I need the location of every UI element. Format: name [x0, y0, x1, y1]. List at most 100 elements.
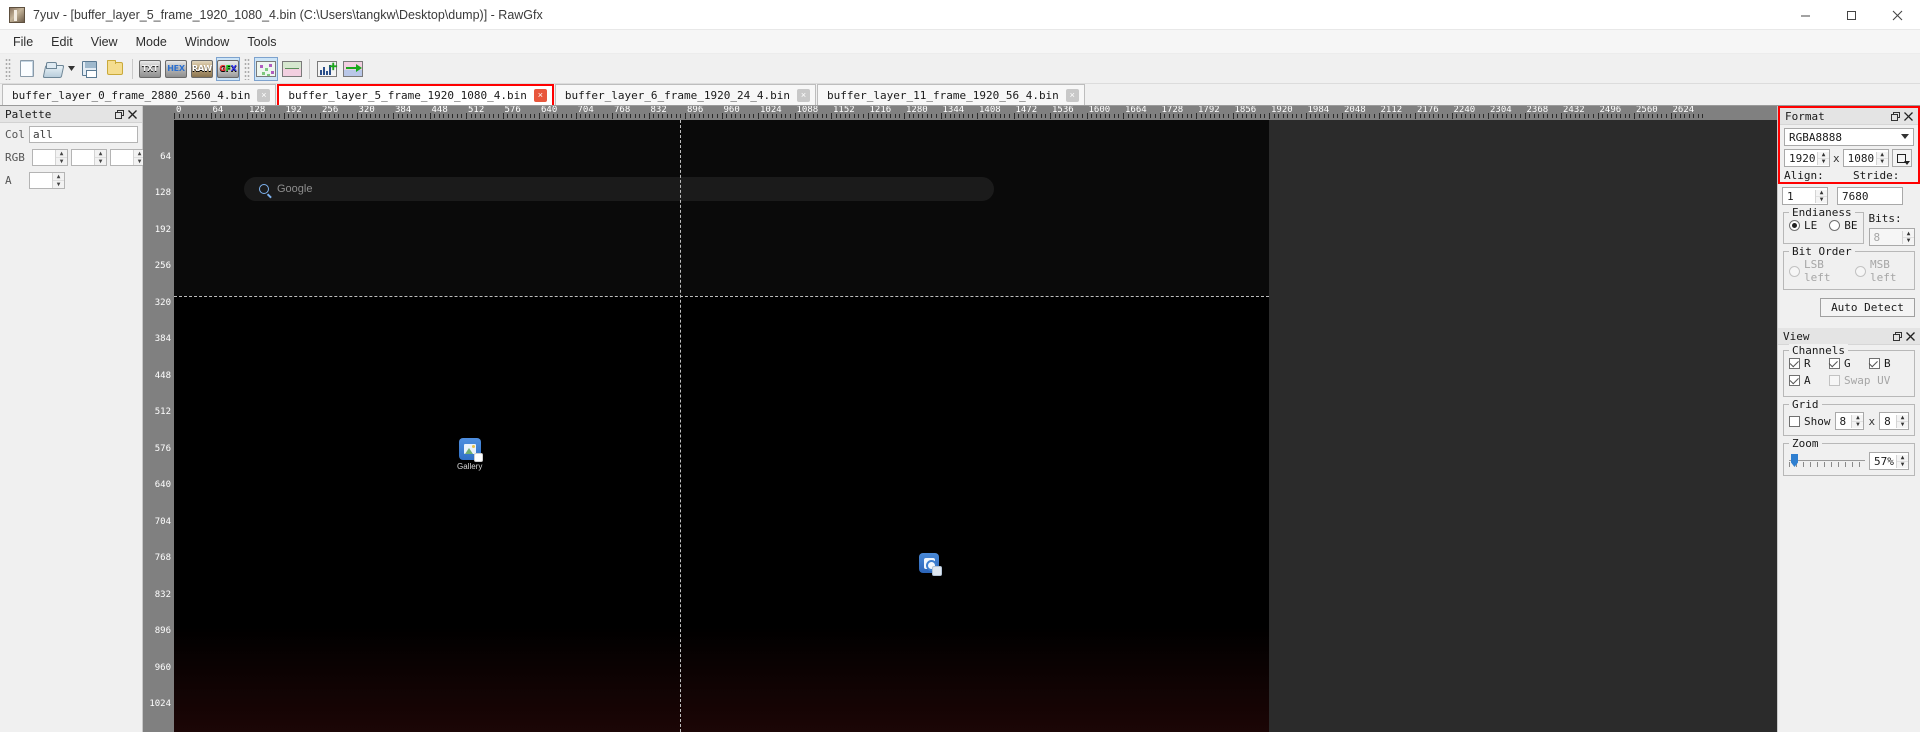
- bit-order-msb-radio[interactable]: MSB left: [1855, 258, 1909, 284]
- image-viewport[interactable]: Google Gallery: [174, 120, 1777, 732]
- histogram-add-button[interactable]: +: [315, 57, 339, 81]
- view-close-button[interactable]: [1904, 330, 1917, 343]
- format-close-button[interactable]: [1902, 110, 1915, 123]
- format-float-button[interactable]: [1889, 110, 1902, 123]
- palette-float-button[interactable]: [113, 108, 126, 121]
- endian-le-radio[interactable]: LE: [1789, 219, 1817, 232]
- horizontal-ruler[interactable]: 0 64 128 192 256 320 384 448 512 576 640 704 768 832 8…: [174, 106, 1777, 120]
- menu-item-file[interactable]: File: [4, 32, 42, 52]
- spinner-up-icon[interactable]: ▲: [53, 173, 64, 181]
- palette-b-spinner[interactable]: ▲ ▼: [110, 149, 146, 166]
- align-stride-labels: Align: Stride:: [1784, 169, 1914, 182]
- pixel-format-select[interactable]: RGBA8888: [1784, 128, 1914, 146]
- close-button[interactable]: [1874, 0, 1920, 30]
- export-button[interactable]: [341, 57, 365, 81]
- open-file-button[interactable]: [41, 57, 65, 81]
- tab-buffer-layer-5[interactable]: buffer_layer_5_frame_1920_1080_4.bin ×: [277, 84, 554, 105]
- plot-button[interactable]: [254, 56, 278, 81]
- spinner-down-icon[interactable]: ▼: [95, 158, 106, 165]
- spinner-up-icon[interactable]: ▲: [56, 150, 67, 158]
- ruler-label: 512: [154, 407, 171, 417]
- endian-be-radio[interactable]: BE: [1829, 219, 1858, 232]
- spinner-down-icon[interactable]: ▼: [1818, 158, 1829, 165]
- palette-alpha-spinner[interactable]: ▲ ▼: [29, 172, 65, 189]
- channel-a-checkbox[interactable]: A: [1789, 374, 1829, 387]
- stride-field[interactable]: 7680: [1837, 187, 1903, 205]
- width-field[interactable]: 1920 ▲ ▼: [1784, 149, 1830, 167]
- swap-uv-checkbox[interactable]: Swap UV: [1828, 374, 1909, 387]
- vertical-ruler[interactable]: 64 128 192 256 320 384 448 512 576 640 704 768 832 89…: [143, 120, 174, 732]
- align-field[interactable]: 1 ▲ ▼: [1782, 187, 1828, 205]
- tab-buffer-layer-6[interactable]: buffer_layer_6_frame_1920_24_4.bin ×: [554, 84, 817, 105]
- channel-g-checkbox[interactable]: G: [1828, 357, 1869, 370]
- ruler-tick: [1460, 114, 1462, 118]
- spinner-down-icon[interactable]: ▼: [1897, 461, 1908, 468]
- view-hex-button[interactable]: HEX: [164, 57, 188, 81]
- grid-x-field[interactable]: 8 ▲ ▼: [1834, 412, 1865, 430]
- new-file-button[interactable]: [15, 57, 39, 81]
- menu-item-mode[interactable]: Mode: [127, 32, 176, 52]
- toolbar-grip[interactable]: [5, 57, 11, 80]
- spinner-down-icon[interactable]: ▼: [1877, 158, 1888, 165]
- save-button[interactable]: [77, 57, 101, 81]
- palette-r-spinner[interactable]: ▲ ▼: [32, 149, 68, 166]
- menu-item-tools[interactable]: Tools: [238, 32, 285, 52]
- palette-col-input[interactable]: all: [29, 126, 138, 143]
- zoom-slider[interactable]: [1789, 454, 1865, 468]
- minimize-button[interactable]: [1782, 0, 1828, 30]
- preset-size-button[interactable]: [1891, 149, 1912, 167]
- ruler-tick: [908, 114, 910, 118]
- ruler-tick: [1515, 114, 1517, 118]
- height-field[interactable]: 1080 ▲ ▼: [1842, 149, 1889, 167]
- bits-field[interactable]: 8 ▲ ▼: [1868, 228, 1915, 246]
- view-gfx-button[interactable]: GFX: [216, 56, 240, 81]
- spinner-down-icon[interactable]: ▼: [1852, 421, 1863, 428]
- spinner-down-icon[interactable]: ▼: [53, 181, 64, 188]
- camera-app-shortcut[interactable]: [919, 553, 942, 576]
- spinner-down-icon[interactable]: ▼: [56, 158, 67, 165]
- view-float-button[interactable]: [1891, 330, 1904, 343]
- channel-r-checkbox[interactable]: R: [1789, 357, 1829, 370]
- bit-order-lsb-radio[interactable]: LSB left: [1789, 258, 1843, 284]
- channel-b-checkbox[interactable]: B: [1868, 357, 1909, 370]
- tab-buffer-layer-0[interactable]: buffer_layer_0_frame_2880_2560_4.bin ×: [2, 84, 277, 105]
- image-canvas-area[interactable]: 0 64 128 192 256 320 384 448 512 576 640 704 768 832 8…: [143, 106, 1777, 732]
- tab-close-icon[interactable]: ×: [257, 88, 271, 102]
- spinner-down-icon[interactable]: ▼: [1897, 421, 1908, 428]
- ruler-tick: [429, 113, 431, 119]
- ruler-label: 832: [154, 589, 171, 600]
- palette-close-button[interactable]: [126, 108, 139, 121]
- tab-buffer-layer-11[interactable]: buffer_layer_11_frame_1920_56_4.bin ×: [817, 84, 1085, 105]
- grid-y-field[interactable]: 8 ▲ ▼: [1879, 412, 1909, 430]
- menu-item-view[interactable]: View: [82, 32, 127, 52]
- open-dropdown-button[interactable]: [66, 57, 76, 81]
- grid-show-checkbox[interactable]: Show: [1789, 415, 1831, 428]
- google-search-bar[interactable]: Google: [244, 177, 994, 201]
- raw-image-render[interactable]: Google Gallery: [174, 120, 1269, 732]
- view-txt-button[interactable]: TXT: [138, 57, 162, 81]
- ruler-tick: [479, 114, 481, 118]
- view-raw-button[interactable]: RAW: [190, 57, 214, 81]
- spinner-down-icon[interactable]: ▼: [1903, 237, 1914, 244]
- spinner-down-icon[interactable]: ▼: [1816, 196, 1827, 203]
- tab-close-icon[interactable]: ×: [533, 89, 547, 102]
- maximize-button[interactable]: [1828, 0, 1874, 30]
- toolbar-grip-2[interactable]: [244, 57, 250, 80]
- ruler-tick: [675, 114, 677, 118]
- ruler-tick: [374, 114, 376, 118]
- zoom-value-field[interactable]: 57% ▲ ▼: [1869, 452, 1909, 470]
- auto-detect-button[interactable]: Auto Detect: [1820, 298, 1915, 317]
- spinner-up-icon[interactable]: ▲: [95, 150, 106, 158]
- menu-item-window[interactable]: Window: [176, 32, 238, 52]
- plot-area-button[interactable]: [280, 57, 304, 81]
- folder-button[interactable]: [103, 57, 127, 81]
- tab-close-icon[interactable]: ×: [797, 88, 811, 102]
- ruler-tick: [475, 114, 477, 118]
- ruler-tick: [1615, 114, 1617, 118]
- tab-close-icon[interactable]: ×: [1065, 88, 1079, 102]
- menu-item-edit[interactable]: Edit: [42, 32, 82, 52]
- ruler-tick: [1227, 114, 1229, 118]
- ruler-tick: [1191, 114, 1193, 118]
- gallery-app-shortcut[interactable]: Gallery: [457, 438, 483, 471]
- palette-g-spinner[interactable]: ▲ ▼: [71, 149, 107, 166]
